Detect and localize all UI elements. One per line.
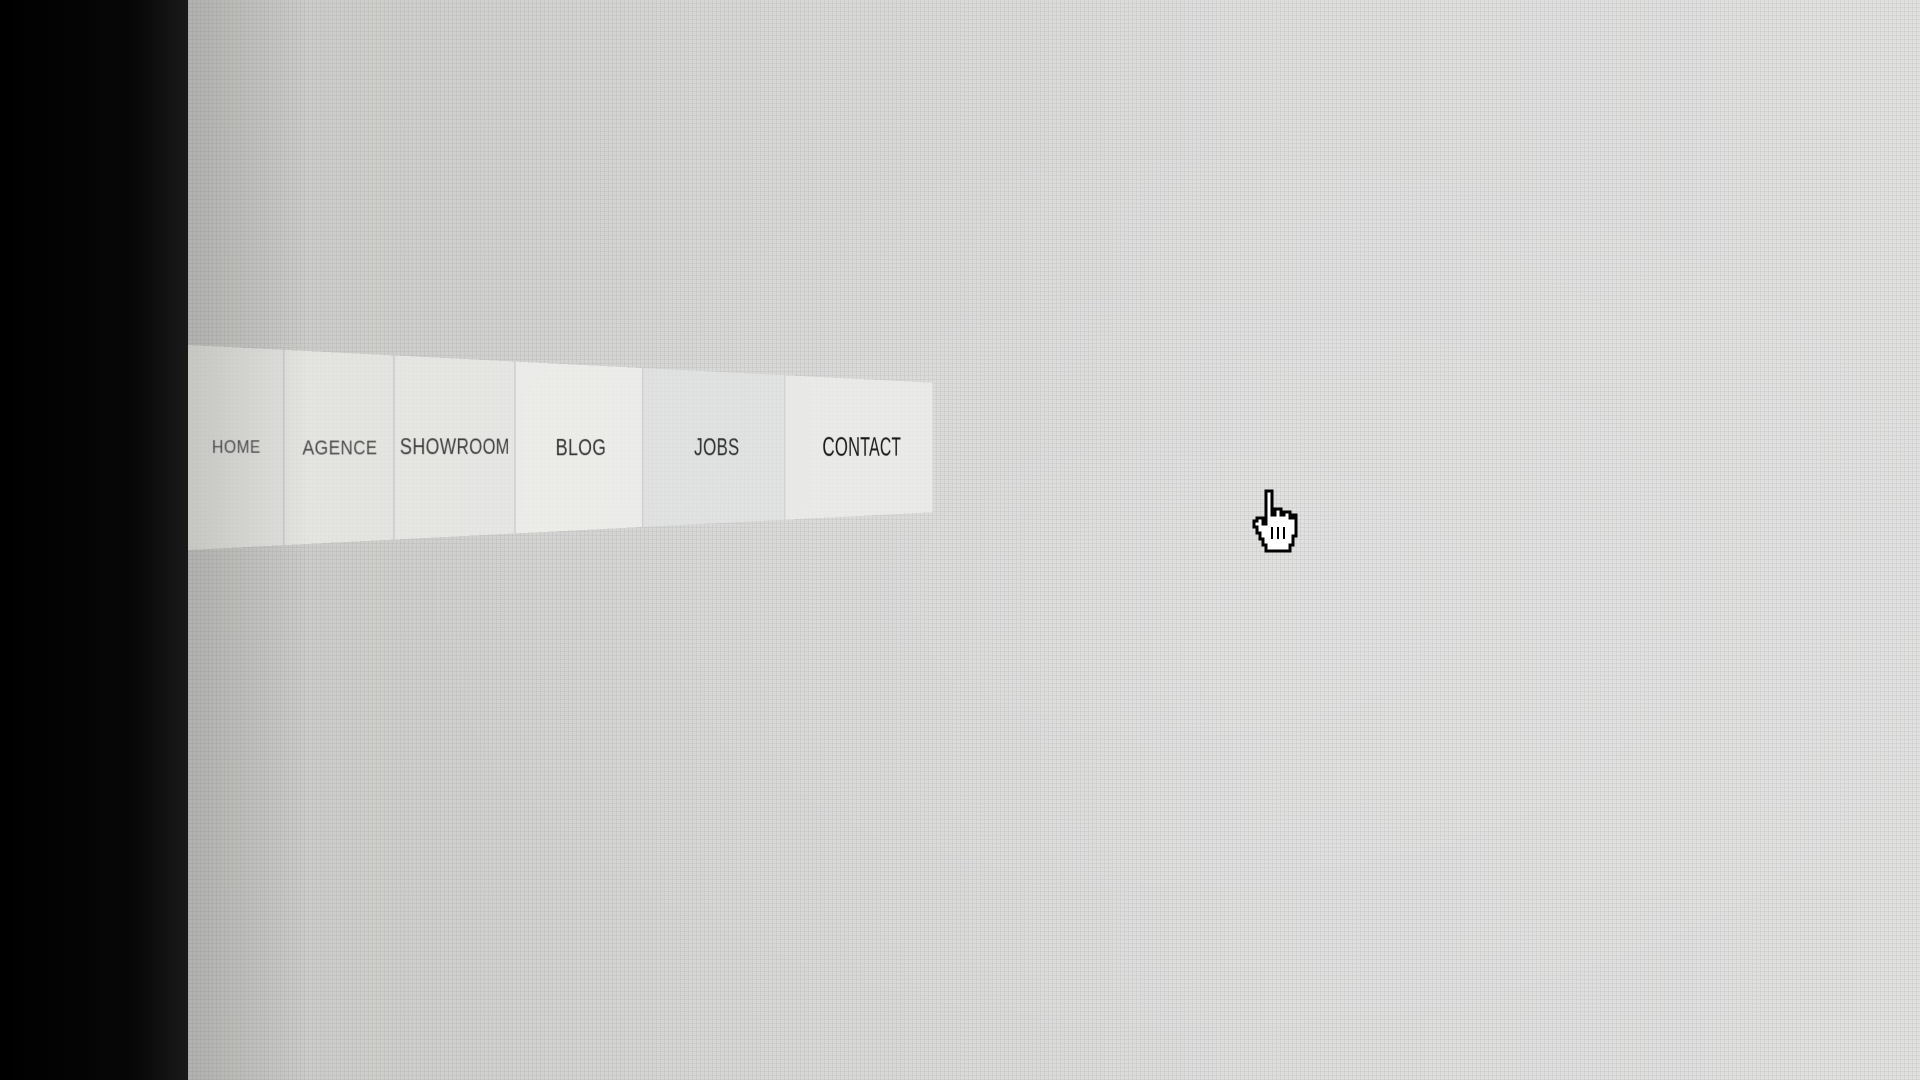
nav-item-label: HOME [211, 437, 261, 457]
nav-item-label: BLOG [555, 433, 607, 461]
web-page: HOME AGENCE SHOWROOM BLOG JOBS CONTACT [188, 0, 1920, 1080]
nav-item-home[interactable]: HOME [188, 345, 285, 550]
nav-item-jobs[interactable]: JOBS [643, 368, 786, 527]
nav-item-contact[interactable]: CONTACT [785, 375, 933, 520]
nav-item-label: JOBS [694, 432, 740, 462]
hand-pointer-icon [1252, 489, 1298, 553]
nav-item-blog[interactable]: BLOG [515, 361, 644, 534]
nav-item-label: SHOWROOM [399, 434, 510, 460]
nav-item-label: AGENCE [302, 435, 378, 459]
main-navigation: HOME AGENCE SHOWROOM BLOG JOBS CONTACT [188, 345, 933, 550]
nav-item-showroom[interactable]: SHOWROOM [394, 355, 516, 540]
nav-bar: HOME AGENCE SHOWROOM BLOG JOBS CONTACT [188, 345, 933, 550]
nav-item-agence[interactable]: AGENCE [284, 349, 395, 546]
nav-item-label: CONTACT [822, 432, 902, 463]
monitor-bezel [0, 0, 190, 1080]
